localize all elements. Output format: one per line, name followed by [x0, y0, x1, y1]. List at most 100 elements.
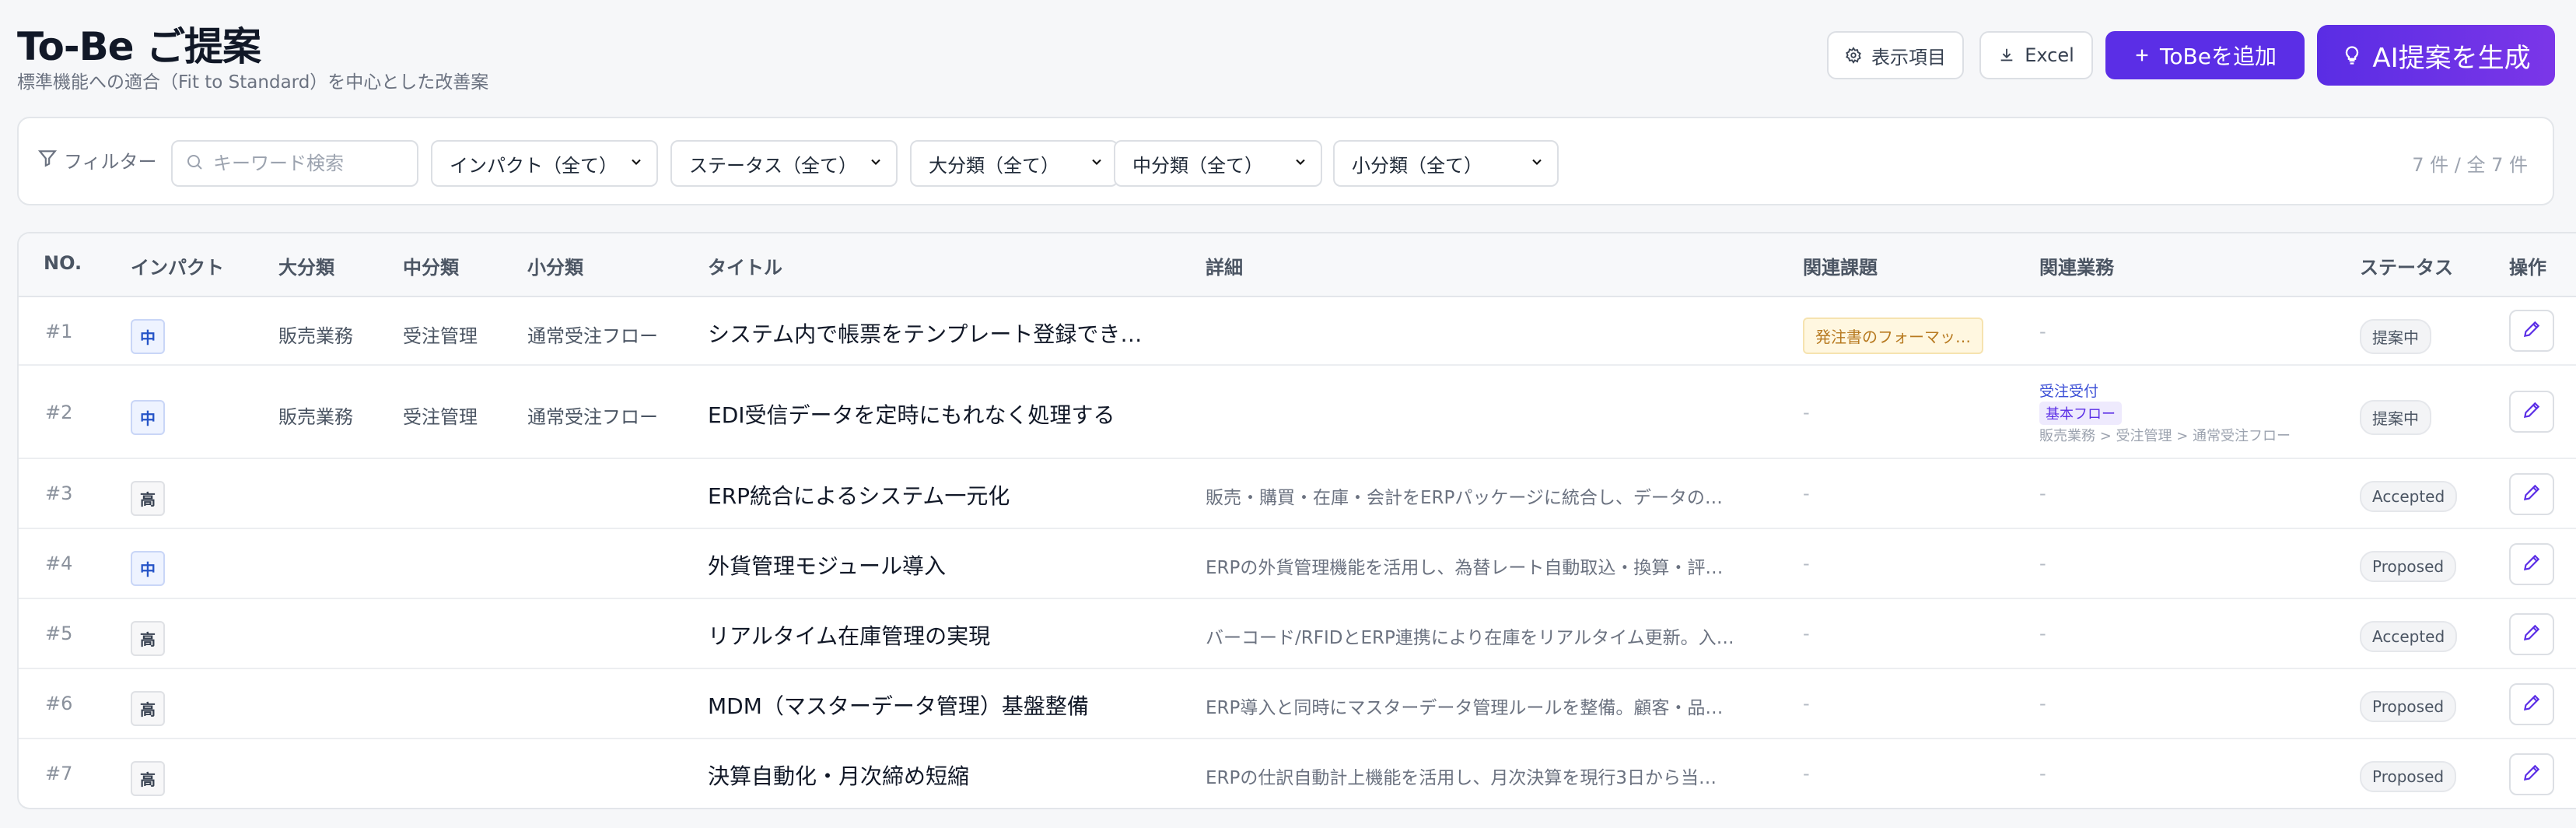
pencil-icon: [2522, 400, 2542, 423]
edit-button[interactable]: [2509, 543, 2554, 585]
related-issue-tag[interactable]: 発注書のフォーマッ…: [1803, 318, 1983, 354]
row-detail: ERPの仕訳自動計上機能を活用し、月次決算を現行3日から当…: [1206, 768, 1717, 788]
table-row[interactable]: #5 高 リアルタイム在庫管理の実現 バーコード/RFIDとERP連携により在庫…: [19, 599, 2576, 669]
col-middle[interactable]: 中分類: [403, 252, 459, 279]
row-title[interactable]: EDI受信データを定時にもれなく処理する: [708, 398, 1115, 430]
plus-icon: [2133, 47, 2151, 64]
col-status[interactable]: ステータス: [2360, 252, 2453, 279]
pencil-icon: [2522, 482, 2542, 506]
table-header: NO. インパクト 大分類 中分類 小分類 タイトル 詳細 関連課題 関連業務 …: [19, 233, 2576, 297]
table-row[interactable]: #2 中 販売業務 受注管理 通常受注フロー EDI受信データを定時にもれなく処…: [19, 366, 2576, 459]
ai-generate-label: AI提案を生成: [2372, 42, 2531, 74]
row-no: #6: [45, 693, 73, 714]
excel-label: Excel: [2025, 44, 2074, 66]
edit-button[interactable]: [2509, 473, 2554, 515]
related-business-empty: -: [2039, 763, 2046, 784]
display-items-button[interactable]: 表示項目: [1827, 31, 1964, 79]
filter-label: フィルター: [37, 146, 157, 174]
chevron-down-icon: [868, 153, 884, 174]
add-tobe-button[interactable]: ToBeを追加: [2105, 31, 2305, 79]
status-badge: Accepted: [2360, 621, 2458, 652]
status-badge: Proposed: [2360, 551, 2457, 582]
page-title: To-Be ご提案: [17, 24, 261, 69]
filter-label-text: フィルター: [64, 151, 157, 173]
col-title[interactable]: タイトル: [708, 252, 782, 279]
minor-category-filter-select[interactable]: 小分類（全て）: [1333, 140, 1559, 187]
impact-badge: 中: [131, 319, 165, 354]
edit-button[interactable]: [2509, 613, 2554, 655]
col-major[interactable]: 大分類: [278, 252, 334, 279]
pencil-icon: [2522, 623, 2542, 646]
related-business-path: 販売業務 > 受注管理 > 通常受注フロー: [2039, 428, 2291, 444]
related-business-empty: -: [2039, 553, 2046, 574]
row-title[interactable]: MDM（マスターデータ管理）基盤整備: [708, 689, 1089, 721]
row-title[interactable]: システム内で帳票をテンプレート登録でき…: [708, 318, 1142, 349]
search-icon: [185, 153, 204, 174]
edit-button[interactable]: [2509, 310, 2554, 352]
row-title[interactable]: ERP統合によるシステム一元化: [708, 479, 1010, 510]
table-row[interactable]: #4 中 外貨管理モジュール導入 ERPの外貨管理機能を活用し、為替レート自動取…: [19, 529, 2576, 599]
related-business-flow: 基本フロー: [2039, 402, 2122, 425]
col-no[interactable]: NO.: [44, 252, 82, 274]
related-business-empty: -: [2039, 693, 2046, 714]
table-row[interactable]: #7 高 決算自動化・月次締め短縮 ERPの仕訳自動計上機能を活用し、月次決算を…: [19, 739, 2576, 808]
edit-button[interactable]: [2509, 391, 2554, 433]
related-business-empty: -: [2039, 623, 2046, 644]
status-filter-select[interactable]: ステータス（全て）: [670, 140, 898, 187]
add-tobe-label: ToBeを追加: [2160, 44, 2277, 69]
major-category-filter-select[interactable]: 大分類（全て）: [910, 140, 1118, 187]
row-no: #5: [45, 623, 73, 644]
impact-badge: 中: [131, 400, 165, 435]
pencil-icon: [2522, 763, 2542, 786]
minor-category-filter-value: 小分類（全て）: [1352, 154, 1482, 177]
major-category: 販売業務: [278, 406, 353, 428]
status-badge: Proposed: [2360, 691, 2457, 722]
related-business-empty: -: [2039, 482, 2046, 504]
table-row[interactable]: #6 高 MDM（マスターデータ管理）基盤整備 ERP導入と同時にマスターデータ…: [19, 669, 2576, 739]
impact-filter-select[interactable]: インパクト（全て）: [431, 140, 658, 187]
edit-button[interactable]: [2509, 683, 2554, 725]
row-title[interactable]: 外貨管理モジュール導入: [708, 549, 946, 581]
col-detail[interactable]: 詳細: [1206, 252, 1243, 279]
impact-badge: 高: [131, 761, 165, 796]
row-detail: バーコード/RFIDとERP連携により在庫をリアルタイム更新。入…: [1206, 628, 1734, 648]
row-no: #2: [45, 402, 73, 423]
tobe-table: NO. インパクト 大分類 中分類 小分類 タイトル 詳細 関連課題 関連業務 …: [17, 232, 2576, 809]
ai-generate-button[interactable]: AI提案を生成: [2317, 25, 2555, 86]
minor-category: 通常受注フロー: [527, 325, 658, 347]
lightbulb-icon: [2341, 44, 2363, 66]
row-detail: 販売・購買・在庫・会計をERPパッケージに統合し、データの…: [1206, 488, 1723, 508]
row-detail: ERPの外貨管理機能を活用し、為替レート自動取込・換算・評…: [1206, 558, 1724, 578]
status-badge: 提案中: [2360, 319, 2431, 354]
middle-category-filter-select[interactable]: 中分類（全て）: [1114, 140, 1322, 187]
related-business-name[interactable]: 受注受付: [2039, 380, 2098, 401]
filter-icon: [37, 148, 58, 173]
page-subtitle: 標準機能への適合（Fit to Standard）を中心とした改善案: [17, 72, 489, 93]
search-input[interactable]: [213, 153, 400, 174]
search-box[interactable]: [171, 140, 418, 187]
display-items-label: 表示項目: [1871, 46, 1946, 68]
major-category: 販売業務: [278, 325, 353, 347]
pencil-icon: [2522, 319, 2542, 342]
row-no: #7: [45, 763, 73, 784]
status-filter-value: ステータス（全て）: [689, 154, 857, 177]
table-row[interactable]: #3 高 ERP統合によるシステム一元化 販売・購買・在庫・会計をERPパッケー…: [19, 459, 2576, 529]
row-title[interactable]: 決算自動化・月次締め短縮: [708, 760, 969, 791]
table-row[interactable]: #1 中 販売業務 受注管理 通常受注フロー システム内で帳票をテンプレート登録…: [19, 297, 2576, 366]
middle-category-filter-value: 中分類（全て）: [1132, 154, 1263, 177]
edit-button[interactable]: [2509, 753, 2554, 795]
excel-export-button[interactable]: Excel: [1979, 31, 2093, 79]
chevron-down-icon: [1529, 153, 1545, 174]
impact-badge: 高: [131, 481, 165, 516]
related-issue-empty: -: [1803, 402, 1810, 423]
col-business[interactable]: 関連業務: [2039, 252, 2114, 279]
related-issue-empty: -: [1803, 482, 1810, 504]
status-badge: Proposed: [2360, 761, 2457, 792]
col-issue[interactable]: 関連課題: [1803, 252, 1878, 279]
col-minor[interactable]: 小分類: [527, 252, 583, 279]
chevron-down-icon: [1089, 153, 1104, 174]
row-title[interactable]: リアルタイム在庫管理の実現: [708, 619, 990, 651]
row-no: #3: [45, 482, 73, 504]
related-issue-empty: -: [1803, 693, 1810, 714]
col-impact[interactable]: インパクト: [131, 252, 224, 279]
